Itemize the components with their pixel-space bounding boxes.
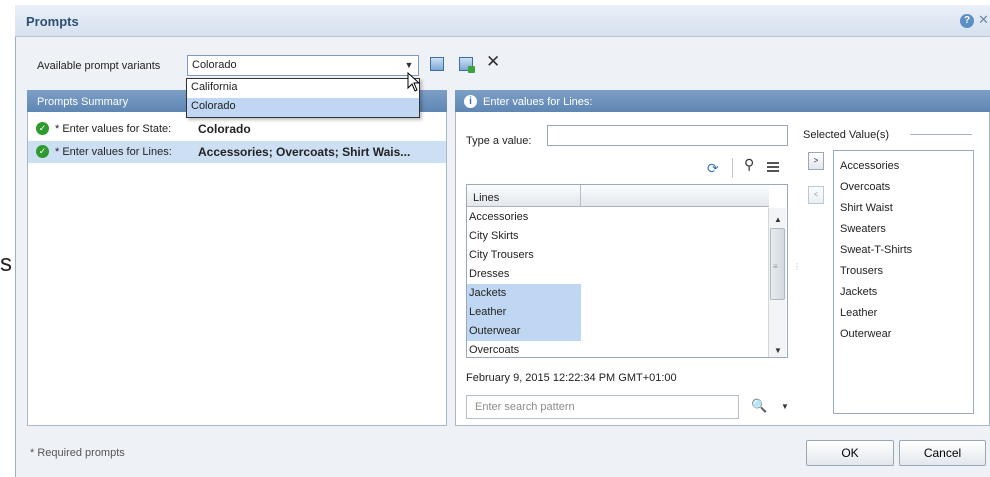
refresh-timestamp: February 9, 2015 12:22:34 PM GMT+01:00 [466, 372, 677, 384]
list-item[interactable]: Shirt Waist [840, 202, 893, 214]
prompts-summary-title: Prompts Summary [37, 96, 129, 108]
list-item[interactable]: Trousers [840, 265, 883, 277]
pin-icon[interactable]: ⚲ [744, 156, 754, 173]
dialog-title: Prompts [26, 14, 79, 29]
list-item[interactable]: Sweat-T-Shirts [840, 244, 912, 256]
table-row[interactable]: Jackets [467, 284, 581, 303]
search-input[interactable] [466, 395, 739, 419]
required-prompts-note: * Required prompts [30, 447, 125, 459]
add-value-button[interactable]: > [808, 152, 824, 170]
type-value-label: Type a value: [466, 135, 532, 147]
check-circle-icon: ✓ [36, 122, 49, 135]
table-row[interactable]: City Skirts [467, 227, 581, 246]
refresh-icon[interactable]: ⟳ [707, 160, 719, 177]
dropdown-option[interactable]: Colorado [187, 98, 419, 117]
table-row[interactable]: Dresses [467, 265, 581, 284]
prompt-variants-select[interactable]: Colorado [187, 55, 419, 76]
dropdown-option[interactable]: California [187, 79, 419, 98]
enter-values-title: Enter values for Lines: [483, 96, 593, 108]
list-icon[interactable] [767, 162, 779, 173]
chevron-down-icon[interactable]: ▼ [402, 57, 416, 73]
close-icon[interactable]: ✕ [978, 12, 989, 28]
table-row[interactable]: Accessories [467, 208, 581, 227]
check-circle-icon: ✓ [36, 145, 49, 158]
binoculars-icon[interactable]: 🔍 [751, 398, 767, 414]
dialog-titlebar [15, 5, 990, 37]
prompt-label: * Enter values for State: [55, 123, 172, 135]
info-icon: i [464, 95, 477, 108]
toolbar-divider [732, 158, 733, 178]
divider [910, 134, 972, 135]
prompt-row-state[interactable]: ✓ * Enter values for State: Colorado [28, 118, 446, 140]
scroll-up-icon[interactable]: ▲ [774, 215, 782, 224]
delete-icon[interactable]: ✕ [486, 52, 500, 72]
save-icon[interactable] [430, 57, 444, 71]
list-item[interactable]: Leather [840, 307, 877, 319]
splitter-handle[interactable]: ⋮ [793, 262, 801, 271]
grip-icon: ≡ [773, 262, 778, 271]
list-item[interactable]: Sweaters [840, 223, 886, 235]
remove-value-button[interactable]: < [808, 186, 824, 204]
lines-column-header[interactable] [467, 185, 769, 207]
cancel-button[interactable]: Cancel [899, 440, 986, 466]
list-item[interactable]: Jackets [840, 286, 877, 298]
prompt-label: * Enter values for Lines: [55, 146, 172, 158]
selected-values-label: Selected Value(s) [803, 129, 890, 141]
scroll-down-icon[interactable]: ▼ [774, 346, 782, 355]
prompt-variants-dropdown[interactable]: California Colorado [186, 78, 420, 118]
mouse-pointer-icon [407, 72, 421, 92]
help-icon[interactable]: ? [960, 14, 974, 28]
list-item[interactable]: Accessories [840, 160, 899, 172]
column-divider[interactable] [580, 185, 581, 207]
list-item[interactable]: Outerwear [840, 328, 891, 340]
table-row[interactable]: Overcoats [467, 341, 581, 360]
prompt-variants-label: Available prompt variants [37, 60, 161, 72]
table-row[interactable]: City Trousers [467, 246, 581, 265]
chevron-down-icon[interactable]: ▼ [781, 402, 789, 411]
prompt-value: Accessories; Overcoats; Shirt Wais... [198, 145, 411, 159]
prompt-row-lines[interactable]: ✓ * Enter values for Lines: Accessories;… [28, 141, 446, 163]
lines-column-title: Lines [473, 192, 500, 204]
table-row[interactable]: Outerwear [467, 322, 581, 341]
type-value-input[interactable] [547, 125, 788, 146]
table-row[interactable]: Leather [467, 303, 581, 322]
ok-button[interactable]: OK [806, 440, 894, 466]
prompt-value: Colorado [198, 122, 251, 136]
edge-text-fragment: s [0, 250, 12, 277]
list-item[interactable]: Overcoats [840, 181, 890, 193]
save-as-icon[interactable] [459, 57, 475, 73]
